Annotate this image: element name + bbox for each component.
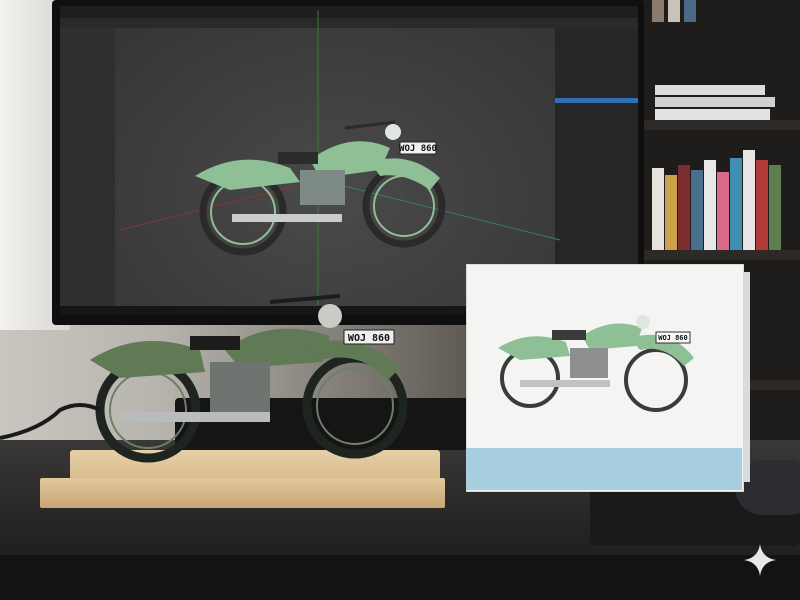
model-bike-plate: WOJ 860 bbox=[348, 333, 390, 344]
illustration-layer: WOJ 860 WOJ 860 WOJ 860 bbox=[0, 10, 694, 463]
sparkle-icon bbox=[744, 544, 776, 576]
viewport-x-axis bbox=[119, 179, 321, 231]
model-bike: WOJ 860 bbox=[90, 294, 408, 463]
scene: WOJ 860 WOJ 860 WOJ 860 bbox=[0, 0, 800, 600]
box-bike-illustration: WOJ 860 bbox=[498, 315, 694, 412]
monitor-bike-plate: WOJ 860 bbox=[399, 144, 437, 154]
box-bike-plate: WOJ 860 bbox=[658, 334, 688, 342]
cable bbox=[0, 403, 101, 440]
